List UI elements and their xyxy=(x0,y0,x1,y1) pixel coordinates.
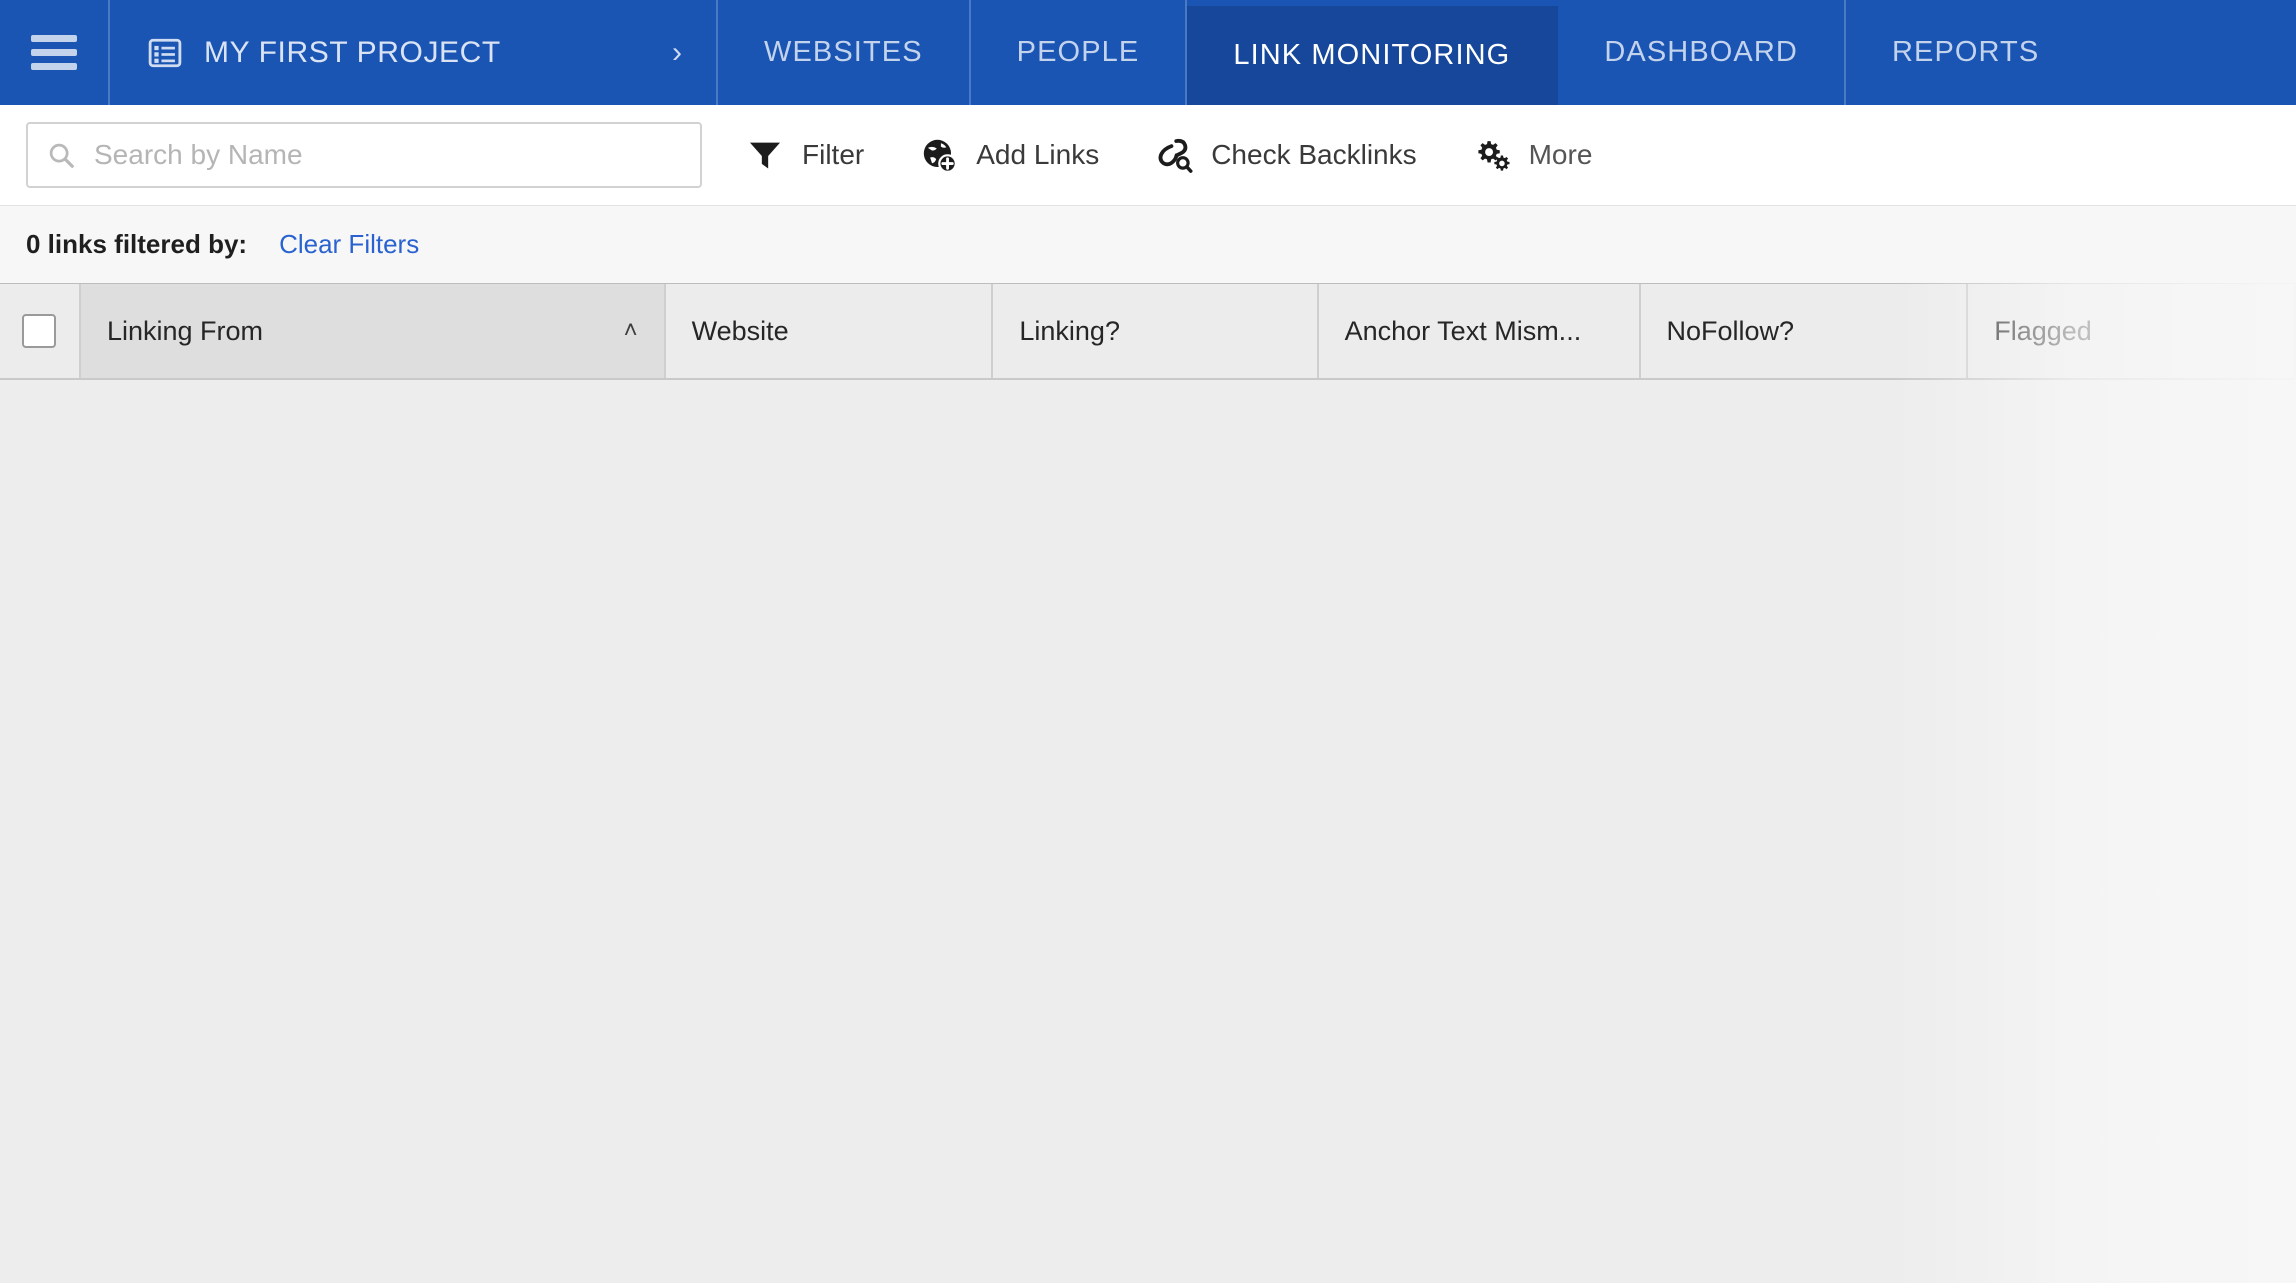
column-header-linking-from-label: Linking From xyxy=(106,315,263,346)
gears-icon xyxy=(1477,141,1510,171)
tab-people[interactable]: PEOPLE xyxy=(971,0,1188,105)
tab-dashboard[interactable]: DASHBOARD xyxy=(1558,0,1846,105)
list-table-icon xyxy=(148,38,182,67)
table-body-empty xyxy=(0,380,2296,1283)
funnel-icon xyxy=(749,142,781,169)
column-header-flagged[interactable]: Flagged xyxy=(1968,284,2296,378)
search-box[interactable] xyxy=(26,122,702,188)
tab-people-label: PEOPLE xyxy=(1016,36,1140,68)
column-header-nofollow[interactable]: NoFollow? xyxy=(1640,284,1969,378)
links-table: Linking From ˄ Website Linking? Anchor T… xyxy=(0,283,2296,1283)
link-search-icon xyxy=(1158,138,1193,173)
filtered-links-count: 0 links filtered by: xyxy=(26,229,248,259)
check-backlinks-button-label: Check Backlinks xyxy=(1211,139,1417,170)
tab-link-monitoring-label: LINK MONITORING xyxy=(1233,39,1511,71)
chevron-right-icon[interactable]: › xyxy=(672,37,682,68)
clear-filters-link[interactable]: Clear Filters xyxy=(279,229,419,260)
top-navigation-bar: MY FIRST PROJECT › WEBSITES PEOPLE LINK … xyxy=(0,0,2296,105)
tab-websites[interactable]: WEBSITES xyxy=(718,0,971,105)
column-header-website-label: Website xyxy=(691,315,789,346)
column-header-nofollow-label: NoFollow? xyxy=(1666,315,1795,346)
column-header-linking[interactable]: Linking? xyxy=(993,284,1319,378)
add-links-button[interactable]: Add Links xyxy=(920,136,1099,174)
search-icon xyxy=(49,143,74,168)
select-all-checkbox[interactable] xyxy=(22,314,57,348)
search-input[interactable] xyxy=(92,138,682,172)
column-header-anchor-text-mismatch[interactable]: Anchor Text Mism... xyxy=(1318,284,1641,378)
add-links-button-label: Add Links xyxy=(976,139,1100,170)
toolbar-actions: Filter Add Links Check Backlinks More xyxy=(746,136,1648,174)
more-button[interactable]: More xyxy=(1473,136,1593,174)
column-header-flagged-label: Flagged xyxy=(1994,315,2092,346)
hamburger-icon xyxy=(31,28,77,77)
primary-tabs: WEBSITES PEOPLE LINK MONITORING DASHBOAR… xyxy=(718,0,2296,105)
more-button-label: More xyxy=(1528,139,1593,170)
sort-ascending-icon: ˄ xyxy=(623,317,638,344)
globe-plus-icon xyxy=(924,139,958,173)
tab-reports-label: REPORTS xyxy=(1891,36,2040,68)
column-header-website[interactable]: Website xyxy=(665,284,994,378)
tab-websites-label: WEBSITES xyxy=(764,36,923,68)
column-header-linking-from[interactable]: Linking From ˄ xyxy=(80,284,666,378)
column-header-anchor-text-mismatch-label: Anchor Text Mism... xyxy=(1344,315,1582,346)
hamburger-menu-button[interactable] xyxy=(0,0,110,105)
tab-reports[interactable]: REPORTS xyxy=(1846,0,2085,105)
project-title: MY FIRST PROJECT xyxy=(204,35,501,69)
filter-button[interactable]: Filter xyxy=(746,136,864,174)
project-selector[interactable]: MY FIRST PROJECT › xyxy=(110,0,718,105)
action-toolbar: Filter Add Links Check Backlinks xyxy=(0,105,2296,205)
filter-button-label: Filter xyxy=(802,139,865,170)
select-all-header-cell xyxy=(0,284,81,378)
tab-dashboard-label: DASHBOARD xyxy=(1604,36,1798,68)
check-backlinks-button[interactable]: Check Backlinks xyxy=(1155,136,1417,174)
tab-link-monitoring[interactable]: LINK MONITORING xyxy=(1187,6,1559,105)
table-header-row: Linking From ˄ Website Linking? Anchor T… xyxy=(0,283,2296,380)
filter-summary-bar: 0 links filtered by: Clear Filters xyxy=(0,205,2296,283)
column-header-linking-label: Linking? xyxy=(1019,315,1120,346)
